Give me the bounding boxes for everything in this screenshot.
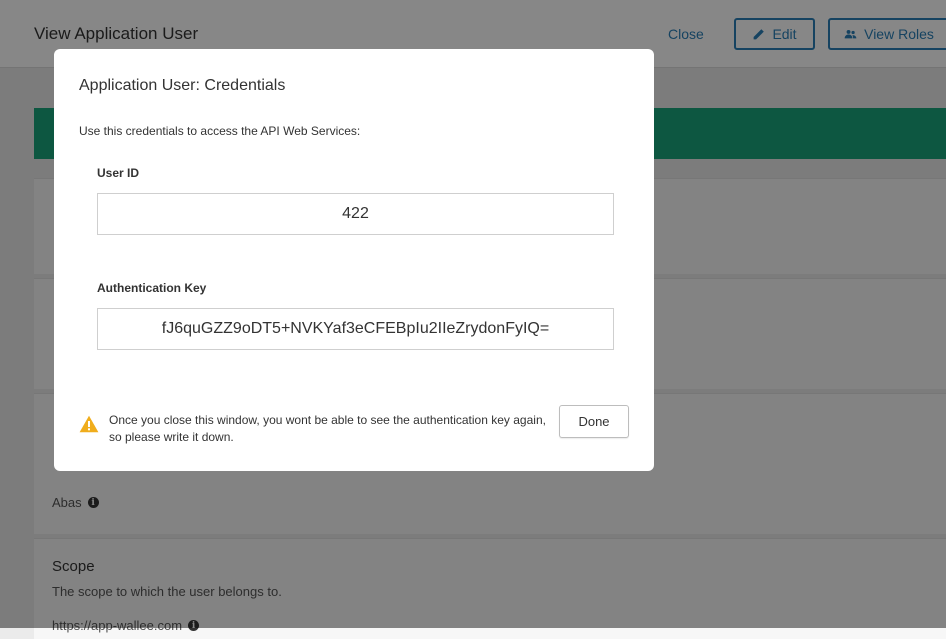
user-id-label: User ID bbox=[97, 166, 140, 180]
user-id-field[interactable] bbox=[97, 193, 614, 235]
modal-title: Application User: Credentials bbox=[79, 77, 286, 94]
modal-intro: Use this credentials to access the API W… bbox=[79, 124, 361, 138]
done-button[interactable]: Done bbox=[559, 405, 629, 438]
warning-message: Once you close this window, you wont be … bbox=[109, 413, 546, 444]
warning-icon bbox=[79, 415, 99, 433]
credentials-modal: Application User: Credentials Use this c… bbox=[54, 49, 654, 471]
auth-key-field[interactable] bbox=[97, 308, 614, 350]
auth-key-label: Authentication Key bbox=[97, 281, 207, 295]
